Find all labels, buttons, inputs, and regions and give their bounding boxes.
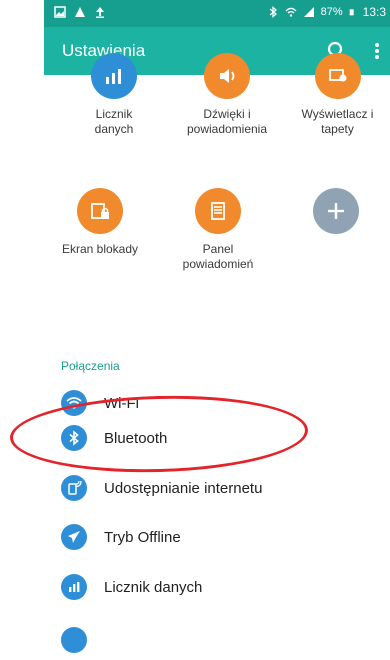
gallery-notification-icon (54, 6, 66, 18)
list-item-label: Udostępnianie internetu (104, 479, 263, 497)
annotation-ellipse (9, 392, 309, 476)
status-bar: 87% 13:3 (44, 0, 390, 27)
shortcut-label: Licznik danych (94, 107, 134, 136)
wifi-status-icon (285, 7, 297, 17)
display-icon (314, 53, 361, 99)
shortcut-label: Panel powiadomień (182, 242, 254, 271)
notification-panel-icon (195, 188, 241, 234)
shortcut-label: Ekran blokady (61, 242, 139, 256)
add-icon (313, 188, 359, 234)
data-usage-icon (91, 53, 137, 99)
shortcut-label: Wyświetlacz i tapety (301, 107, 374, 136)
shortcut-sounds[interactable]: Dźwięki i powiadomienia (177, 53, 277, 137)
signal-icon (303, 7, 314, 17)
volume-icon (204, 53, 250, 99)
upload-notification-icon (96, 7, 104, 18)
shortcut-label: Dźwięki i powiadomienia (186, 107, 268, 136)
battery-percent: 87% (320, 6, 343, 18)
lock-screen-icon (77, 188, 123, 234)
shortcut-data-usage[interactable]: Licznik danych (64, 53, 164, 137)
airplane-icon (61, 524, 87, 550)
list-item-airplane[interactable]: Tryb Offline (61, 517, 181, 557)
list-item-label: Licznik danych (104, 578, 203, 596)
battery-icon (349, 9, 354, 16)
shortcut-notification-panel[interactable]: Panel powiadomień (168, 188, 268, 272)
shortcut-lock-screen[interactable]: Ekran blokady (50, 188, 150, 257)
list-item-tethering[interactable]: Udostępnianie internetu (61, 468, 262, 508)
add-shortcut-button[interactable] (286, 188, 386, 234)
list-item-label: Tryb Offline (104, 528, 181, 546)
shortcut-display[interactable]: Wyświetlacz i tapety (285, 53, 390, 137)
clock: 13:3 (362, 5, 386, 19)
settings-item-icon (61, 627, 87, 653)
list-item-partial[interactable] (61, 620, 87, 660)
data-usage-icon (61, 574, 87, 600)
list-item-data-usage[interactable]: Licznik danych (61, 567, 202, 607)
tethering-icon (61, 475, 87, 501)
warning-notification-icon (75, 7, 85, 17)
section-header-connections: Połączenia (61, 359, 120, 373)
bluetooth-status-icon (269, 6, 277, 18)
